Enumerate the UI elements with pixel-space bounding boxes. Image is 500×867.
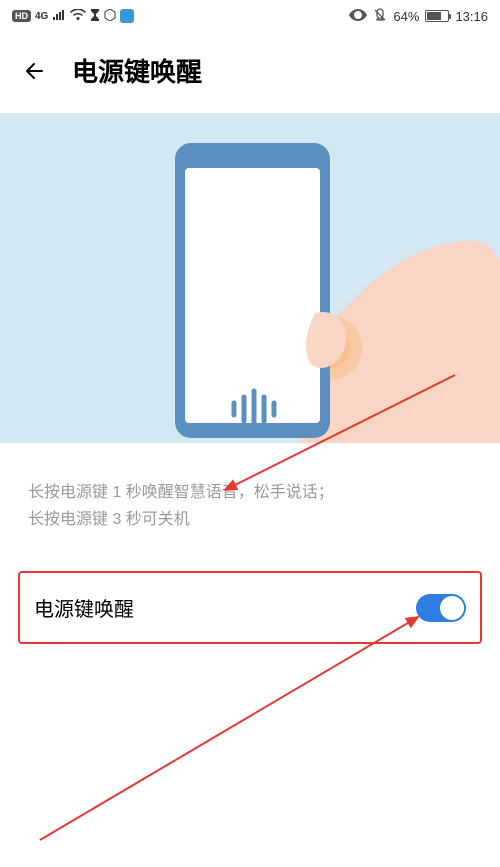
- setting-label: 电源键唤醒: [34, 593, 134, 622]
- page-title: 电源键唤醒: [72, 52, 202, 89]
- phone-hand-illustration: [0, 113, 500, 443]
- page-header: 电源键唤醒: [0, 32, 500, 113]
- description-text: 长按电源键 1 秒唤醒智慧语音，松手说话； 长按电源键 3 秒可关机: [0, 443, 500, 561]
- back-button[interactable]: [22, 58, 48, 84]
- wifi-icon: [70, 9, 86, 24]
- app-badge-icon: [120, 9, 134, 23]
- hd-badge: HD: [12, 10, 31, 22]
- description-line1: 长按电源键 1 秒唤醒智慧语音，松手说话；: [28, 479, 472, 506]
- network-type: 4G: [35, 11, 48, 22]
- toggle-knob: [440, 596, 464, 620]
- status-left: HD 4G: [12, 9, 134, 24]
- mute-icon: [373, 8, 387, 25]
- setting-row-power-wake[interactable]: 电源键唤醒: [18, 571, 482, 644]
- clock-text: 13:16: [455, 9, 488, 24]
- description-line2: 长按电源键 3 秒可关机: [28, 506, 472, 533]
- arrow-left-icon: [23, 59, 47, 83]
- hexagon-icon: [104, 9, 116, 24]
- battery-icon: [425, 10, 449, 22]
- battery-text: 64%: [393, 9, 419, 24]
- hourglass-icon: [90, 9, 100, 24]
- signal-icon: [52, 9, 66, 24]
- toggle-switch[interactable]: [416, 594, 466, 622]
- eye-icon: [349, 9, 367, 24]
- status-right: 64% 13:16: [349, 8, 488, 25]
- illustration-panel: [0, 113, 500, 443]
- status-bar: HD 4G 64% 13:16: [0, 0, 500, 32]
